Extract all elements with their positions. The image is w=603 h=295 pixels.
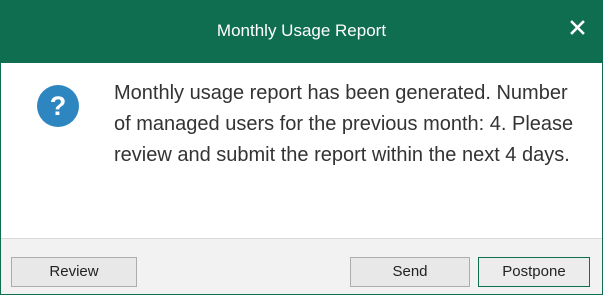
message-text: Monthly usage report has been generated.… <box>114 82 574 166</box>
dialog-title: Monthly Usage Report <box>216 21 387 40</box>
dialog-content: ? Monthly usage report has been generate… <box>1 63 602 237</box>
dialog-footer: Review Send Postpone <box>1 239 602 294</box>
title-bar[interactable]: Monthly Usage Report <box>1 1 602 63</box>
close-button[interactable] <box>564 17 590 43</box>
close-icon <box>569 20 585 40</box>
postpone-button[interactable]: Postpone <box>478 257 590 287</box>
question-icon: ? <box>36 84 80 128</box>
svg-text:?: ? <box>50 91 67 121</box>
review-button[interactable]: Review <box>11 257 137 287</box>
send-button[interactable]: Send <box>350 257 470 287</box>
monthly-usage-report-dialog: Monthly Usage Report ? Monthly usage rep… <box>0 0 603 295</box>
